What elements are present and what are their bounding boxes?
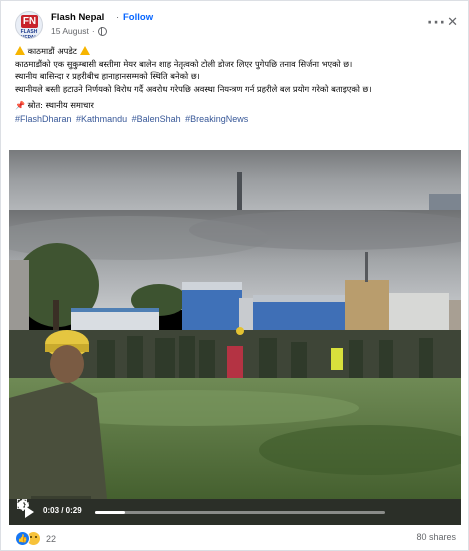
video-controls: 0:03 / 0:29 bbox=[17, 499, 461, 525]
warning-icon bbox=[79, 46, 90, 55]
post-meta: 15 August · bbox=[51, 26, 107, 36]
warning-icon bbox=[15, 46, 25, 55]
post-date-link[interactable]: 15 August bbox=[51, 26, 89, 36]
follow-button[interactable]: Follow bbox=[123, 12, 153, 23]
separator-dot: · bbox=[91, 26, 95, 36]
page-logo-text: FLASH NEPAL bbox=[20, 29, 38, 39]
video-progress-fill bbox=[95, 511, 125, 514]
like-reaction-icon: 👍 bbox=[15, 531, 30, 546]
post-header: FN FLASH NEPAL Flash Nepal · Follow 15 A… bbox=[15, 11, 458, 39]
globe-icon bbox=[97, 26, 107, 36]
page-logo-mark: FN bbox=[21, 15, 38, 28]
post-text: काठमाडौं अपडेट काठमाडौंको एक सुकुम्बासी … bbox=[15, 45, 456, 125]
video-time: 0:03 / 0:29 bbox=[43, 506, 82, 515]
pushpin-icon: 📌 bbox=[15, 100, 25, 110]
video-progress-bar[interactable] bbox=[95, 511, 385, 514]
post-footer: 👍 22 80 shares bbox=[15, 531, 456, 547]
share-count-link[interactable]: 80 shares bbox=[416, 532, 456, 542]
video-player[interactable]: 0:03 / 0:29 bbox=[9, 150, 461, 525]
body-paragraph-2: स्थानीय बासिन्दा र प्रहरीबीच हानाहानसम्म… bbox=[15, 71, 200, 82]
separator-dot: · bbox=[116, 12, 120, 23]
hashtag-link[interactable]: #BreakingNews bbox=[185, 114, 248, 124]
more-horizontal-icon[interactable]: ··· bbox=[427, 15, 446, 31]
page-avatar[interactable]: FN FLASH NEPAL bbox=[15, 11, 43, 39]
hashtag-row: #FlashDharan #Kathmandu #BalenShah #Brea… bbox=[15, 113, 456, 126]
headline-text: काठमाडौं अपडेट bbox=[27, 46, 77, 56]
body-paragraph-1: काठमाडौंको एक सुकुम्बासी बस्तीमा मेयर बा… bbox=[15, 58, 353, 69]
volume-muted-icon[interactable] bbox=[17, 499, 29, 510]
headline-line: काठमाडौं अपडेट bbox=[15, 45, 456, 58]
source-text: स्रोत: स्थानीय समाचार bbox=[27, 99, 94, 110]
reaction-count: 22 bbox=[46, 533, 57, 544]
page-name-link[interactable]: Flash Nepal bbox=[51, 12, 104, 23]
close-icon[interactable]: ✕ bbox=[447, 14, 458, 30]
video-frame-image bbox=[9, 150, 461, 525]
body-paragraph-3: स्थानीयले बस्ती हटाउने निर्णयको विरोध गर… bbox=[15, 84, 372, 95]
reactions-summary[interactable]: 👍 22 bbox=[15, 531, 56, 546]
hashtag-link[interactable]: #BalenShah bbox=[132, 114, 181, 124]
hashtag-link[interactable]: #Kathmandu bbox=[76, 114, 127, 124]
hashtag-link[interactable]: #FlashDharan bbox=[15, 114, 72, 124]
source-line: 📌 स्रोत: स्थानीय समाचार bbox=[15, 99, 456, 113]
facebook-post-card: FN FLASH NEPAL Flash Nepal · Follow 15 A… bbox=[0, 0, 469, 551]
